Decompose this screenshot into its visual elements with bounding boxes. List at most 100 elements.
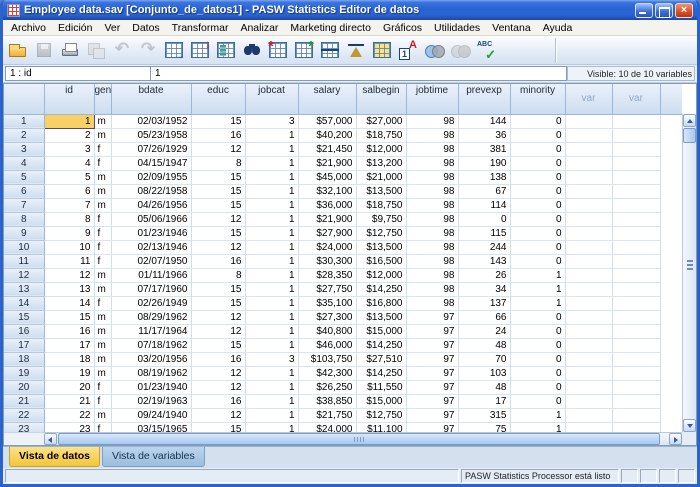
cell-salary[interactable]: $27,900 xyxy=(298,226,356,240)
cell-bdate[interactable]: 05/23/1958 xyxy=(111,128,191,142)
row-number[interactable]: 3 xyxy=(4,142,44,156)
spell-check-icon[interactable] xyxy=(473,38,499,63)
cell-prevexp[interactable]: 66 xyxy=(458,310,510,324)
cell-educ[interactable]: 15 xyxy=(191,338,245,352)
cell-prevexp[interactable]: 48 xyxy=(458,338,510,352)
cell-minority[interactable]: 0 xyxy=(510,338,565,352)
cell-jobcat[interactable]: 1 xyxy=(245,380,298,394)
cell-jobtime[interactable]: 98 xyxy=(406,142,458,156)
cell-minority[interactable]: 1 xyxy=(510,422,565,432)
cell-var1[interactable] xyxy=(565,422,612,432)
cell-var1[interactable] xyxy=(565,170,612,184)
cell-minority[interactable]: 0 xyxy=(510,156,565,170)
cell-gender[interactable]: m xyxy=(94,282,111,296)
cell-minority[interactable]: 0 xyxy=(510,226,565,240)
cell-educ[interactable]: 12 xyxy=(191,310,245,324)
cell-salary[interactable]: $27,300 xyxy=(298,310,356,324)
column-header-prevexp[interactable]: prevexp xyxy=(458,84,510,114)
row-number[interactable]: 7 xyxy=(4,198,44,212)
cell-var2[interactable] xyxy=(612,240,660,254)
cell-educ[interactable]: 16 xyxy=(191,128,245,142)
cell-salbegin[interactable]: $14,250 xyxy=(356,282,406,296)
cell-gender[interactable]: m xyxy=(94,408,111,422)
row-number[interactable]: 18 xyxy=(4,352,44,366)
cell-salbegin[interactable]: $12,000 xyxy=(356,142,406,156)
cell-educ[interactable]: 16 xyxy=(191,254,245,268)
cell-minority[interactable]: 0 xyxy=(510,170,565,184)
cell-prevexp[interactable]: 24 xyxy=(458,324,510,338)
cell-jobcat[interactable]: 1 xyxy=(245,310,298,324)
cell-gender[interactable]: f xyxy=(94,142,111,156)
cell-educ[interactable]: 15 xyxy=(191,282,245,296)
cell-id[interactable]: 9 xyxy=(44,226,94,240)
cell-bdate[interactable]: 05/06/1966 xyxy=(111,212,191,226)
minimize-button[interactable] xyxy=(635,3,653,18)
scroll-left-button[interactable] xyxy=(44,433,57,445)
cell-minority[interactable]: 0 xyxy=(510,114,565,128)
cell-bdate[interactable]: 04/26/1956 xyxy=(111,198,191,212)
cell-var1[interactable] xyxy=(565,282,612,296)
cell-prevexp[interactable]: 315 xyxy=(458,408,510,422)
cell-bdate[interactable]: 08/22/1958 xyxy=(111,184,191,198)
column-header-var2[interactable]: var xyxy=(612,84,660,114)
scroll-right-button[interactable] xyxy=(669,433,682,445)
cell-gender[interactable]: f xyxy=(94,380,111,394)
cell-var2[interactable] xyxy=(612,408,660,422)
cell-gender[interactable]: f xyxy=(94,422,111,432)
cell-minority[interactable]: 1 xyxy=(510,282,565,296)
cell-salary[interactable]: $32,100 xyxy=(298,184,356,198)
cell-jobtime[interactable]: 98 xyxy=(406,156,458,170)
column-header-jobcat[interactable]: jobcat xyxy=(245,84,298,114)
cell-prevexp[interactable]: 26 xyxy=(458,268,510,282)
row-number[interactable]: 21 xyxy=(4,394,44,408)
row-number[interactable]: 23 xyxy=(4,422,44,432)
row-number[interactable]: 12 xyxy=(4,268,44,282)
cell-jobcat[interactable]: 1 xyxy=(245,422,298,432)
cell-salary[interactable]: $24,000 xyxy=(298,240,356,254)
menu-datos[interactable]: Datos xyxy=(126,21,165,35)
cell-jobcat[interactable]: 3 xyxy=(245,352,298,366)
insert-variable-icon[interactable] xyxy=(291,38,317,63)
cell-salbegin[interactable]: $13,500 xyxy=(356,184,406,198)
cell-salbegin[interactable]: $14,250 xyxy=(356,366,406,380)
cell-jobtime[interactable]: 97 xyxy=(406,338,458,352)
cell-id[interactable]: 6 xyxy=(44,184,94,198)
cell-minority[interactable]: 0 xyxy=(510,310,565,324)
cell-jobtime[interactable]: 97 xyxy=(406,310,458,324)
cell-salbegin[interactable]: $11,100 xyxy=(356,422,406,432)
cell-var2[interactable] xyxy=(612,198,660,212)
tab-data-view[interactable]: Vista de datos xyxy=(9,447,100,467)
cell-salary[interactable]: $36,000 xyxy=(298,198,356,212)
cell-educ[interactable]: 8 xyxy=(191,268,245,282)
column-header-educ[interactable]: educ xyxy=(191,84,245,114)
cell-jobtime[interactable]: 98 xyxy=(406,114,458,128)
row-number[interactable]: 22 xyxy=(4,408,44,422)
cell-bdate[interactable]: 09/24/1940 xyxy=(111,408,191,422)
cell-gender[interactable]: m xyxy=(94,366,111,380)
cell-jobcat[interactable]: 1 xyxy=(245,240,298,254)
cell-educ[interactable]: 15 xyxy=(191,170,245,184)
print-icon[interactable] xyxy=(57,38,83,63)
cell-minority[interactable]: 0 xyxy=(510,198,565,212)
cell-prevexp[interactable]: 114 xyxy=(458,198,510,212)
vertical-scroll-thumb[interactable] xyxy=(683,128,696,143)
cell-educ[interactable]: 12 xyxy=(191,240,245,254)
cell-salbegin[interactable]: $14,250 xyxy=(356,338,406,352)
cell-id[interactable]: 5 xyxy=(44,170,94,184)
horizontal-scrollbar[interactable] xyxy=(44,432,682,445)
column-header-minority[interactable]: minority xyxy=(510,84,565,114)
cell-jobcat[interactable]: 1 xyxy=(245,394,298,408)
cell-jobtime[interactable]: 97 xyxy=(406,394,458,408)
cell-var1[interactable] xyxy=(565,408,612,422)
cell-minority[interactable]: 0 xyxy=(510,352,565,366)
cell-bdate[interactable]: 01/11/1966 xyxy=(111,268,191,282)
cell-jobtime[interactable]: 98 xyxy=(406,128,458,142)
cell-var1[interactable] xyxy=(565,338,612,352)
cell-jobcat[interactable]: 1 xyxy=(245,156,298,170)
cell-bdate[interactable]: 01/23/1946 xyxy=(111,226,191,240)
cell-var1[interactable] xyxy=(565,198,612,212)
cell-salary[interactable]: $21,450 xyxy=(298,142,356,156)
cell-var2[interactable] xyxy=(612,324,660,338)
cell-var1[interactable] xyxy=(565,254,612,268)
cell-var1[interactable] xyxy=(565,128,612,142)
